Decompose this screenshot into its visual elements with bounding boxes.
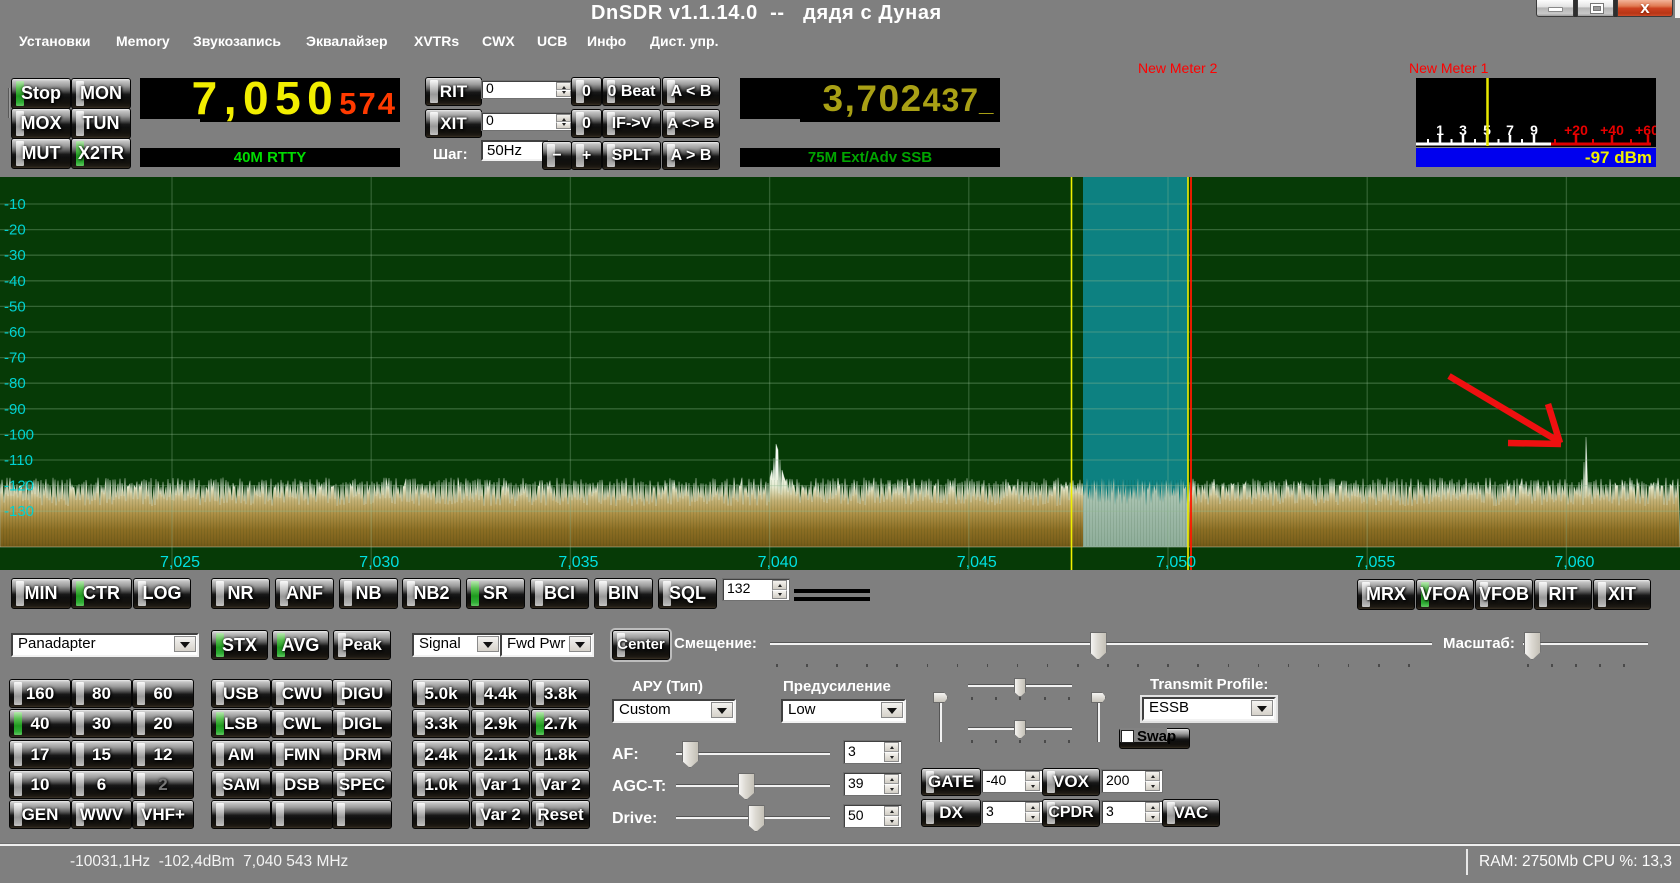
svg-text:-30: -30 [4,247,26,264]
svg-text:-90: -90 [4,401,26,418]
svg-text:-120: -120 [4,478,34,495]
svg-text:-70: -70 [4,350,26,367]
svg-text:-60: -60 [4,324,26,341]
svg-text:7,055: 7,055 [1355,554,1395,570]
svg-text:-110: -110 [4,452,33,469]
svg-text:7,030: 7,030 [359,554,399,570]
svg-text:-80: -80 [4,375,26,392]
svg-text:-50: -50 [4,298,26,315]
svg-text:-20: -20 [4,222,26,239]
svg-text:7,045: 7,045 [957,554,997,570]
svg-text:-40: -40 [4,273,26,290]
svg-text:+60: +60 [1635,122,1656,138]
svg-text:-10: -10 [4,196,26,213]
svg-text:1: 1 [1436,122,1444,138]
svg-text:+40: +40 [1600,122,1624,138]
svg-text:7,050: 7,050 [1156,554,1196,570]
svg-text:7: 7 [1506,122,1514,138]
svg-text:+20: +20 [1564,122,1588,138]
svg-text:7,060: 7,060 [1554,554,1594,570]
svg-text:7,040: 7,040 [758,554,798,570]
svg-text:3: 3 [1459,122,1467,138]
svg-text:-130: -130 [4,503,34,520]
svg-text:9: 9 [1530,122,1538,138]
svg-text:-100: -100 [4,426,34,443]
svg-text:7,035: 7,035 [558,554,598,570]
svg-text:7,025: 7,025 [160,554,200,570]
